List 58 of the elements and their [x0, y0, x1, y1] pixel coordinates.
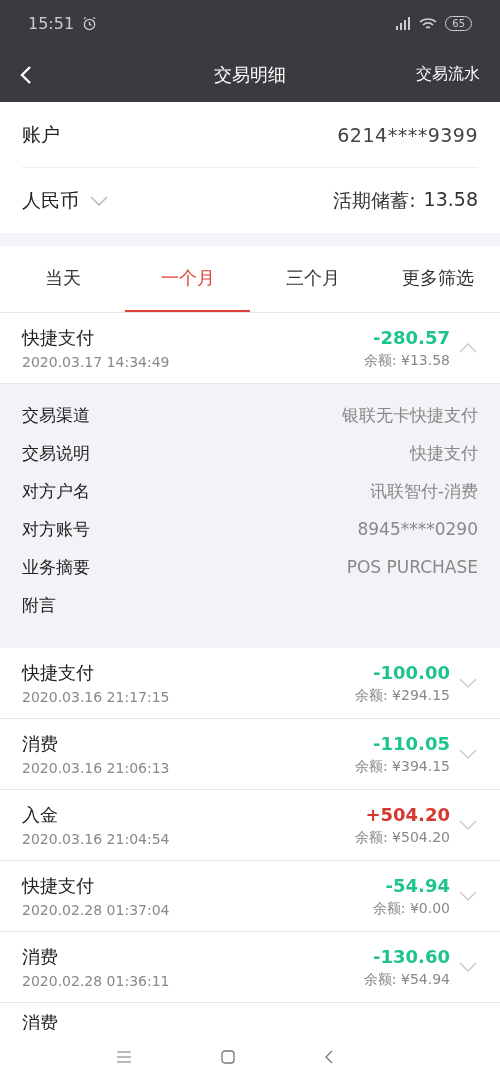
- detail-label: 交易渠道: [22, 403, 90, 427]
- status-time: 15:51: [28, 14, 75, 33]
- detail-value: POS PURCHASE: [346, 557, 478, 577]
- transaction-amount: -110.05: [373, 732, 450, 754]
- transaction-title: 消费: [22, 945, 59, 969]
- transaction-title: 入金: [22, 803, 59, 827]
- chevron-down-icon[interactable]: [458, 890, 478, 902]
- transaction-time: 2020.02.28 01:37:04: [22, 902, 171, 918]
- transaction-time: 2020.03.16 21:06:13: [22, 760, 171, 776]
- balance-after: 余额: ¥294.15: [354, 686, 450, 705]
- transaction-time: 2020.03.17 14:34:49: [22, 354, 171, 370]
- home-icon[interactable]: [221, 1049, 235, 1064]
- balance-label: 活期储蓄:: [333, 187, 416, 213]
- alarm-icon: [82, 16, 98, 31]
- chevron-down-icon[interactable]: [458, 677, 478, 689]
- balance-after: 余额: ¥0.00: [372, 899, 450, 918]
- transaction-time: 2020.02.28 01:36:11: [22, 973, 171, 989]
- period-tab[interactable]: 当天: [0, 246, 125, 312]
- period-tab[interactable]: 更多筛选: [375, 246, 500, 312]
- balance-after: 余额: ¥504.20: [354, 828, 450, 847]
- transaction-title: 快捷支付: [22, 874, 95, 898]
- balance-after: 余额: ¥13.58: [363, 351, 450, 370]
- detail-label: 附言: [22, 593, 56, 617]
- transaction-amount: -54.94: [385, 874, 450, 896]
- period-tab[interactable]: 三个月: [250, 246, 375, 312]
- transaction-time: 2020.03.16 21:04:54: [22, 831, 171, 847]
- transaction-title: 快捷支付: [22, 326, 95, 350]
- detail-label: 业务摘要: [22, 555, 90, 579]
- chevron-down-icon[interactable]: [458, 819, 478, 831]
- page-title: 交易明细: [214, 62, 286, 87]
- balance-after: 余额: ¥54.94: [363, 970, 450, 989]
- transaction-amount: -100.00: [373, 661, 450, 683]
- transaction-amount: -130.60: [373, 945, 450, 967]
- detail-label: 对方户名: [22, 479, 90, 503]
- balance-value: 13.58: [423, 187, 478, 212]
- chevron-down-icon[interactable]: [458, 961, 478, 973]
- chevron-down-icon: [89, 194, 109, 207]
- currency-selector[interactable]: 人民币: [22, 187, 109, 214]
- detail-value: 银联无卡快捷支付: [342, 403, 478, 427]
- balance-after: 余额: ¥394.15: [354, 757, 450, 776]
- transaction-title: 快捷支付: [22, 661, 95, 685]
- menu-icon[interactable]: [117, 1050, 131, 1063]
- detail-value: 快捷支付: [410, 441, 478, 465]
- detail-value: 8945****0290: [357, 519, 478, 539]
- account-label: 账户: [22, 121, 60, 147]
- chevron-down-icon[interactable]: [458, 748, 478, 760]
- transaction-amount: +504.20: [365, 803, 450, 825]
- detail-label: 交易说明: [22, 441, 90, 465]
- chevron-up-icon[interactable]: [458, 342, 478, 354]
- detail-label: 对方账号: [22, 517, 90, 541]
- detail-value: 讯联智付-消费: [369, 479, 478, 503]
- transaction-flow-link[interactable]: 交易流水: [416, 64, 480, 85]
- transaction-time: 2020.03.16 21:17:15: [22, 689, 171, 705]
- transaction-amount: -280.57: [373, 326, 450, 348]
- signal-icon: [395, 16, 412, 31]
- wifi-icon: [419, 16, 438, 31]
- account-number: 6214****9399: [337, 123, 478, 146]
- transaction-title: 消费: [22, 732, 59, 756]
